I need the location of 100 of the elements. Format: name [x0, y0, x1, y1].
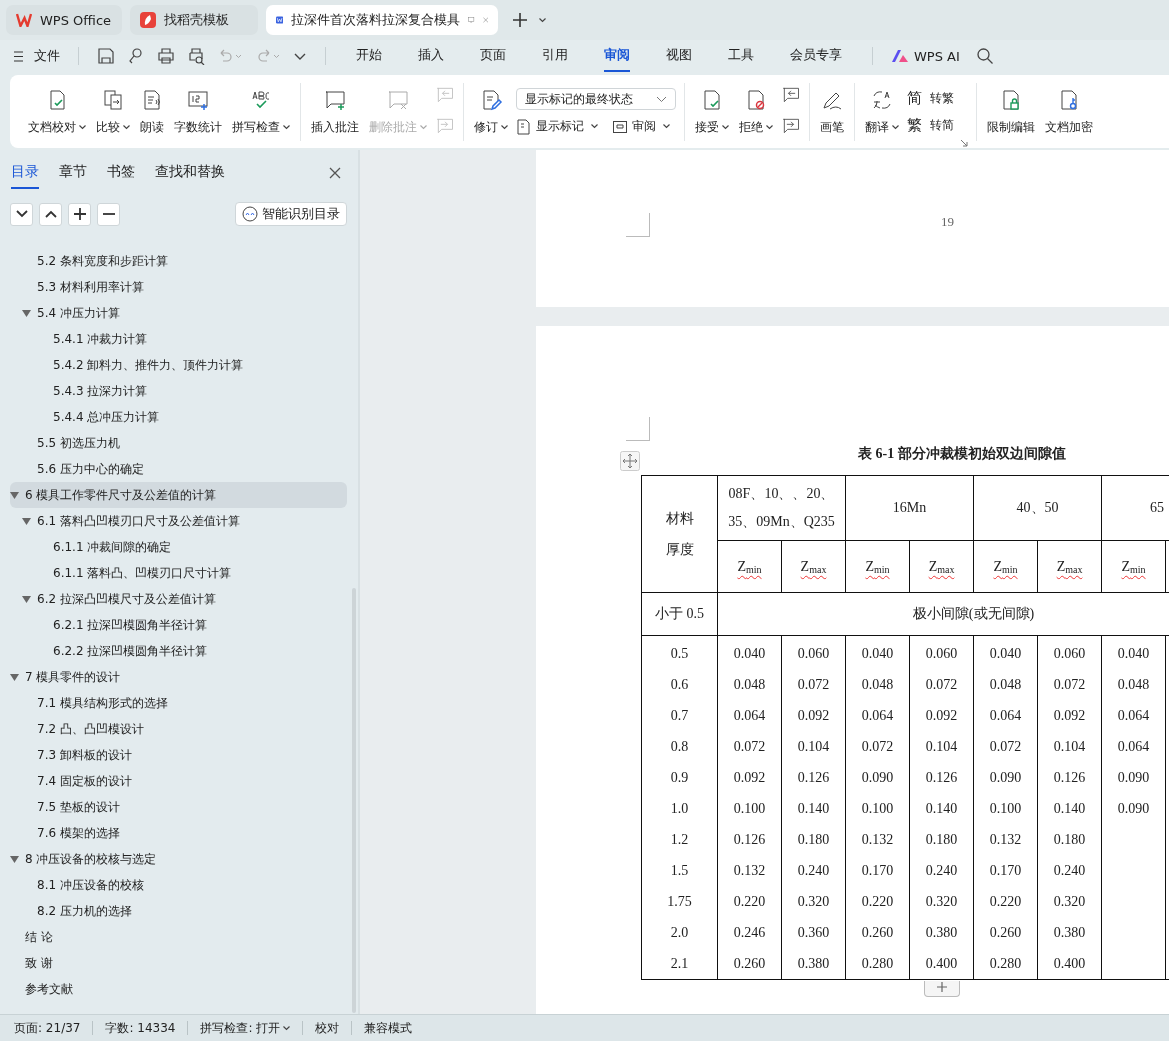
document-tab[interactable]: 找稻壳模板: [130, 5, 258, 35]
outline-item[interactable]: 7.6 模架的选择: [10, 820, 347, 846]
ribbon-tab[interactable]: 引用: [542, 40, 568, 72]
ribbon-button[interactable]: 朗读: [138, 85, 166, 138]
ribbon-tab[interactable]: 审阅: [604, 40, 630, 72]
outline-item[interactable]: 6.2 拉深凸凹模尺寸及公差值计算: [10, 586, 347, 612]
ribbon-tab[interactable]: 页面: [480, 40, 506, 72]
outline-item[interactable]: 6.2.2 拉深凹模圆角半径计算: [10, 638, 347, 664]
table-cell: 0.220: [845, 886, 910, 917]
ribbon-tab[interactable]: 工具: [728, 40, 754, 72]
expand-triangle-icon[interactable]: [22, 309, 31, 317]
table-header-cell: 16Mn: [845, 475, 974, 541]
expand-triangle-icon[interactable]: [22, 517, 31, 525]
outline-item[interactable]: 7 模具零件的设计: [10, 664, 347, 690]
outline-item[interactable]: 5.6 压力中心的确定: [10, 456, 347, 482]
outline-item[interactable]: 7.1 模具结构形式的选择: [10, 690, 347, 716]
outline-item[interactable]: 8 冲压设备的校核与选定: [10, 846, 347, 872]
outline-item[interactable]: 参考文献: [10, 976, 347, 1002]
outline-item[interactable]: 结 论: [10, 924, 347, 950]
print-icon[interactable]: [157, 47, 175, 65]
ribbon-button[interactable]: 插入批注: [309, 85, 361, 138]
ribbon-button[interactable]: 翻译: [863, 85, 901, 138]
table-cell: 0.064: [1101, 700, 1166, 731]
table-cell: 0.072: [845, 731, 910, 762]
dialog-launcher-icon[interactable]: [960, 138, 968, 147]
ribbon-button[interactable]: 显示标记: [516, 118, 598, 135]
print-preview-icon[interactable]: [187, 47, 205, 65]
ribbon-button[interactable]: 文档校对: [26, 85, 88, 138]
sidebar-tab[interactable]: 查找和替换: [155, 163, 225, 189]
outline-item[interactable]: 8.1 冲压设备的校核: [10, 872, 347, 898]
expand-triangle-icon[interactable]: [10, 673, 19, 681]
table-cell: 0.048: [1101, 669, 1166, 700]
sidebar-tab[interactable]: 书签: [107, 163, 135, 189]
ribbon-button[interactable]: 拼写检查: [230, 85, 292, 138]
remove-button[interactable]: [97, 202, 120, 226]
status-button[interactable]: 校对: [315, 1019, 340, 1037]
ribbon-button[interactable]: 拒绝: [737, 85, 775, 138]
document-tab[interactable]: 拉深件首次落料拉深复合模具: [266, 5, 498, 35]
wps-ai-button[interactable]: WPS AI: [891, 48, 960, 64]
table-cell: 0.092: [717, 762, 782, 793]
ribbon-tab[interactable]: 会员专享: [790, 40, 842, 72]
ribbon-button[interactable]: 接受: [693, 85, 731, 138]
smart-toc-button[interactable]: 智能识别目录: [235, 202, 347, 226]
outline-item[interactable]: 5.3 材料利用率计算: [10, 274, 347, 300]
add-button[interactable]: [68, 202, 91, 226]
expand-triangle-icon[interactable]: [10, 855, 19, 863]
plus-icon: [936, 981, 948, 993]
ribbon-button[interactable]: 限制编辑: [985, 85, 1037, 138]
search-icon[interactable]: [975, 47, 994, 65]
sidebar-tab[interactable]: 目录: [11, 163, 39, 189]
add-row-button[interactable]: [924, 981, 960, 997]
ribbon-button[interactable]: 比较: [94, 85, 132, 138]
outline-item[interactable]: 6.2.1 拉深凹模圆角半径计算: [10, 612, 347, 638]
table-cell: 0.180: [1037, 824, 1102, 855]
outline-item[interactable]: 6.1.1 冲裁间隙的确定: [10, 534, 347, 560]
expand-triangle-icon[interactable]: [22, 595, 31, 603]
table-cell: 1.5: [641, 855, 718, 886]
table-cell: 小于 0.5: [641, 592, 718, 636]
outline-item[interactable]: 7.5 垫板的设计: [10, 794, 347, 820]
ribbon-tab[interactable]: 插入: [418, 40, 444, 72]
outline-item[interactable]: 5.4.4 总冲压力计算: [10, 404, 347, 430]
ribbon-button[interactable]: 简 转繁: [907, 88, 954, 108]
outline-item[interactable]: 5.2 条料宽度和步距计算: [10, 248, 347, 274]
ribbon-tab[interactable]: 开始: [356, 40, 382, 72]
outline-item[interactable]: 5.4.3 拉深力计算: [10, 378, 347, 404]
status-dropdown[interactable]: 拼写检查: 打开: [200, 1019, 291, 1037]
ribbon-tab[interactable]: 视图: [666, 40, 692, 72]
outline-item[interactable]: 6.1.1 落料凸、凹模刃口尺寸计算: [10, 560, 347, 586]
outline-item[interactable]: 6 模具工作零件尺寸及公差值的计算: [10, 482, 347, 508]
outline-item[interactable]: 致 谢: [10, 950, 347, 976]
outline-item[interactable]: 7.3 卸料板的设计: [10, 742, 347, 768]
outline-item[interactable]: 7.4 固定板的设计: [10, 768, 347, 794]
key-icon[interactable]: [127, 47, 145, 65]
outline-item[interactable]: 8.2 压力机的选择: [10, 898, 347, 924]
outline-item[interactable]: 7.2 凸、凸凹模设计: [10, 716, 347, 742]
outline-item[interactable]: 6.1 落料凸凹模刃口尺寸及公差值计算: [10, 508, 347, 534]
file-menu[interactable]: 文件: [14, 47, 60, 65]
outline-item[interactable]: 5.5 初选压力机: [10, 430, 347, 456]
expand-triangle-icon[interactable]: [10, 491, 19, 499]
save-icon[interactable]: [97, 47, 115, 65]
close-icon[interactable]: [329, 167, 341, 179]
ribbon-button[interactable]: 文档加密: [1043, 85, 1095, 138]
table-cell: 0.064: [845, 700, 910, 731]
ribbon-button[interactable]: 繁 转简: [907, 115, 954, 135]
expand-button[interactable]: [39, 202, 62, 226]
table-cell: 2.1: [641, 948, 718, 980]
ribbon-button[interactable]: 字数统计: [172, 85, 224, 138]
table-move-handle-icon[interactable]: [620, 451, 640, 471]
outline-item[interactable]: 5.4.1 冲裁力计算: [10, 326, 347, 352]
sidebar-tab[interactable]: 章节: [59, 163, 87, 189]
table-cell: 0.104: [781, 731, 846, 762]
outline-item[interactable]: 5.4 冲压力计算: [10, 300, 347, 326]
new-tab-plus-icon[interactable]: [512, 12, 528, 28]
ribbon-button[interactable]: 修订: [472, 85, 510, 138]
ribbon-button[interactable]: 画笔: [818, 85, 846, 138]
markup-dropdown[interactable]: 显示标记的最终状态: [516, 88, 676, 110]
collapse-button[interactable]: [10, 202, 33, 226]
document-tab[interactable]: WPS Office: [6, 5, 122, 35]
outline-item[interactable]: 5.4.2 卸料力、推件力、顶件力计算: [10, 352, 347, 378]
ribbon-button[interactable]: 审阅: [612, 118, 670, 135]
